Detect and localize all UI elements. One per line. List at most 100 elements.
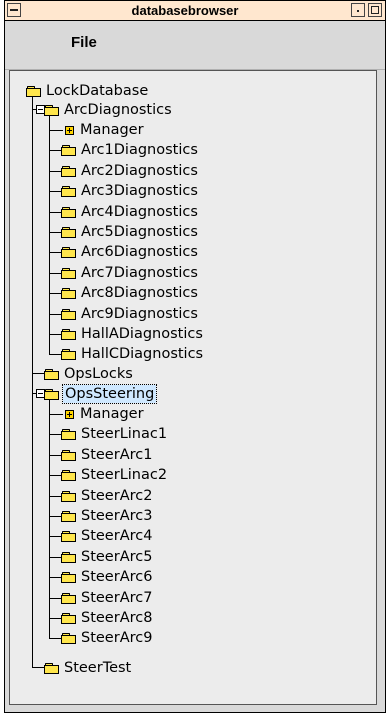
- tree-node-steerarc7[interactable]: SteerArc7: [61, 588, 152, 608]
- tree-node-arc5diagnostics[interactable]: Arc5Diagnostics: [61, 222, 198, 242]
- tree-node-label: SteerLinac2: [81, 467, 168, 483]
- tree-node-arcdiagnostics[interactable]: ArcDiagnostics: [44, 100, 172, 120]
- tree-node-label: SteerLinac1: [81, 426, 168, 442]
- tree-node-label: Arc6Diagnostics: [81, 244, 198, 260]
- title-bar[interactable]: databasebrowser: [5, 1, 385, 21]
- folder-icon: [61, 449, 78, 461]
- folder-icon: [44, 662, 61, 674]
- tree-node-label: Manager: [80, 406, 144, 422]
- tree-node-opssteering[interactable]: OpsSteering: [44, 384, 158, 404]
- tree-node-halladiagnostics[interactable]: HallADiagnostics: [61, 324, 203, 344]
- tree-line: [49, 130, 63, 131]
- folder-icon: [61, 490, 78, 502]
- maximize-button[interactable]: [368, 3, 382, 17]
- window-title: databasebrowser: [131, 3, 239, 18]
- tree-line: [32, 373, 44, 374]
- manager-icon: [65, 409, 74, 419]
- tree-node-arc9diagnostics[interactable]: Arc9Diagnostics: [61, 304, 198, 324]
- folder-icon: [61, 530, 78, 542]
- tree-node-arc3diagnostics[interactable]: Arc3Diagnostics: [61, 181, 198, 201]
- file-menu[interactable]: File: [67, 32, 101, 53]
- tree-node-label: SteerArc9: [81, 630, 153, 646]
- tree-line: [49, 232, 61, 233]
- folder-icon: [61, 551, 78, 563]
- folder-icon: [61, 287, 78, 299]
- tree-node-label: Arc5Diagnostics: [81, 224, 198, 240]
- tree-node-label: SteerArc1: [81, 447, 153, 463]
- database-tree: LockDatabase ArcDiagnostics Manager Arc1D…: [10, 71, 376, 704]
- tree-node-arc1diagnostics[interactable]: Arc1Diagnostics: [61, 140, 198, 160]
- folder-icon: [61, 328, 78, 340]
- tree-node-hallcdiagnostics[interactable]: HallCDiagnostics: [61, 344, 203, 364]
- folder-icon: [61, 612, 78, 624]
- tree-line: [49, 536, 61, 537]
- tree-line: [49, 212, 61, 213]
- tree-node-arc2diagnostics[interactable]: Arc2Diagnostics: [61, 161, 198, 181]
- tree-node-steerarc8[interactable]: SteerArc8: [61, 608, 152, 628]
- tree-line: [49, 618, 61, 619]
- tree-node-label: Arc2Diagnostics: [81, 163, 198, 179]
- tree-line: [49, 598, 61, 599]
- tree-node-label: HallADiagnostics: [81, 326, 203, 342]
- folder-icon: [61, 144, 78, 156]
- tree-line: [49, 314, 61, 315]
- minimize-button[interactable]: [351, 3, 365, 17]
- tree-line: [49, 475, 61, 476]
- folder-icon: [44, 104, 61, 116]
- tree-node-opslocks[interactable]: OpsLocks: [44, 364, 133, 384]
- tree-node-label: SteerArc5: [81, 549, 153, 565]
- tree-line: [49, 577, 61, 578]
- folder-icon: [61, 165, 78, 177]
- tree-node-steertest[interactable]: SteerTest: [44, 658, 131, 678]
- tree-line: [49, 516, 61, 517]
- tree-node-label: Arc1Diagnostics: [81, 142, 198, 158]
- tree-node-steerarc4[interactable]: SteerArc4: [61, 526, 152, 546]
- folder-icon: [61, 226, 78, 238]
- tree-node-arc6diagnostics[interactable]: Arc6Diagnostics: [61, 242, 198, 262]
- tree-node-steerarc2[interactable]: SteerArc2: [61, 486, 152, 506]
- tree-node-label: SteerArc2: [81, 488, 153, 504]
- tree-line: [49, 638, 61, 639]
- tree-line: [32, 95, 33, 668]
- tree-line: [49, 293, 61, 294]
- tree-node-arc7diagnostics[interactable]: Arc7Diagnostics: [61, 263, 198, 283]
- tree-node-arc4diagnostics[interactable]: Arc4Diagnostics: [61, 202, 198, 222]
- databasebrowser-window: databasebrowser File LockDatabase ArcDia…: [4, 0, 386, 713]
- folder-icon: [61, 308, 78, 320]
- tree-line: [49, 334, 61, 335]
- tree-node-label: SteerArc6: [81, 569, 153, 585]
- window-menu-button[interactable]: [7, 3, 21, 17]
- folder-icon: [26, 85, 43, 97]
- tree-line: [49, 496, 61, 497]
- tree-line: [49, 252, 61, 253]
- tree-node-steerarc9[interactable]: SteerArc9: [61, 628, 152, 648]
- tree-line: [49, 150, 61, 151]
- folder-icon: [61, 592, 78, 604]
- folder-icon: [61, 571, 78, 583]
- tree-line: [49, 171, 61, 172]
- tree-node-lockdatabase[interactable]: LockDatabase: [26, 81, 148, 101]
- tree-panel: LockDatabase ArcDiagnostics Manager Arc1D…: [9, 70, 377, 705]
- tree-node-label: Arc3Diagnostics: [81, 183, 198, 199]
- tree-node-label: SteerArc4: [81, 528, 153, 544]
- folder-icon: [44, 388, 61, 400]
- folder-icon: [61, 510, 78, 522]
- folder-icon: [61, 469, 78, 481]
- folder-icon: [61, 185, 78, 197]
- tree-node-steerarc6[interactable]: SteerArc6: [61, 567, 152, 587]
- tree-node-manager[interactable]: Manager: [63, 404, 144, 424]
- tree-node-label: Arc8Diagnostics: [81, 285, 198, 301]
- tree-node-arc8diagnostics[interactable]: Arc8Diagnostics: [61, 283, 198, 303]
- folder-icon: [61, 632, 78, 644]
- tree-node-manager[interactable]: Manager: [63, 120, 144, 140]
- tree-node-steerarc1[interactable]: SteerArc1: [61, 445, 152, 465]
- tree-node-steerarc3[interactable]: SteerArc3: [61, 506, 152, 526]
- tree-node-steerarc5[interactable]: SteerArc5: [61, 547, 152, 567]
- tree-node-label: Manager: [80, 122, 144, 138]
- tree-node-steerlinac1[interactable]: SteerLinac1: [61, 424, 167, 444]
- tree-node-label: HallCDiagnostics: [81, 346, 204, 362]
- tree-node-steerlinac2[interactable]: SteerLinac2: [61, 465, 167, 485]
- tree-line: [32, 667, 44, 668]
- tree-line: [49, 455, 61, 456]
- tree-node-label: Arc4Diagnostics: [81, 204, 198, 220]
